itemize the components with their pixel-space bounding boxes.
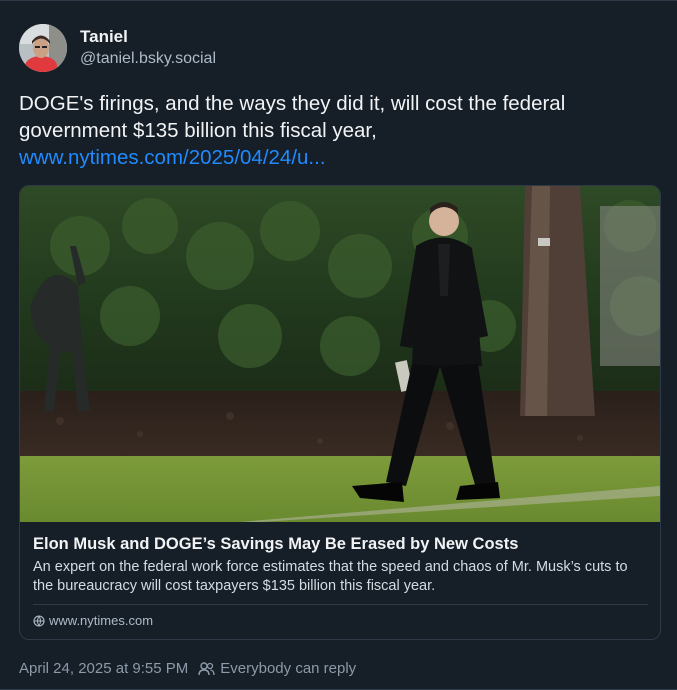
author-avatar[interactable] (19, 24, 67, 72)
post-timestamp[interactable]: April 24, 2025 at 9:55 PM (19, 659, 188, 679)
post-meta: April 24, 2025 at 9:55 PM Everybody can … (19, 659, 661, 679)
globe-icon (33, 615, 45, 627)
people-icon (198, 662, 215, 676)
post: Taniel @taniel.bsky.social DOGE's firing… (19, 22, 661, 679)
top-divider (0, 0, 677, 1)
card-divider (33, 604, 648, 605)
card-title: Elon Musk and DOGE’s Savings May Be Eras… (33, 535, 519, 553)
post-author: Taniel @taniel.bsky.social (19, 22, 661, 74)
post-text: DOGE's firings, and the ways they did it… (19, 90, 649, 171)
link-card[interactable]: Elon Musk and DOGE’s Savings May Be Eras… (19, 185, 661, 640)
card-image (20, 186, 660, 522)
card-body: Elon Musk and DOGE’s Savings May Be Eras… (20, 522, 660, 639)
author-text: Taniel @taniel.bsky.social (80, 26, 216, 70)
post-body: DOGE's firings, and the ways they did it… (19, 92, 566, 142)
post-link[interactable]: www.nytimes.com/2025/04/24/u... (19, 144, 649, 171)
author-display-name[interactable]: Taniel (80, 26, 216, 48)
card-domain-text: www.nytimes.com (49, 613, 154, 628)
card-description: An expert on the federal work force esti… (33, 559, 628, 594)
reply-setting[interactable]: Everybody can reply (220, 659, 356, 679)
card-domain: www.nytimes.com (33, 613, 648, 629)
author-handle[interactable]: @taniel.bsky.social (80, 48, 216, 70)
